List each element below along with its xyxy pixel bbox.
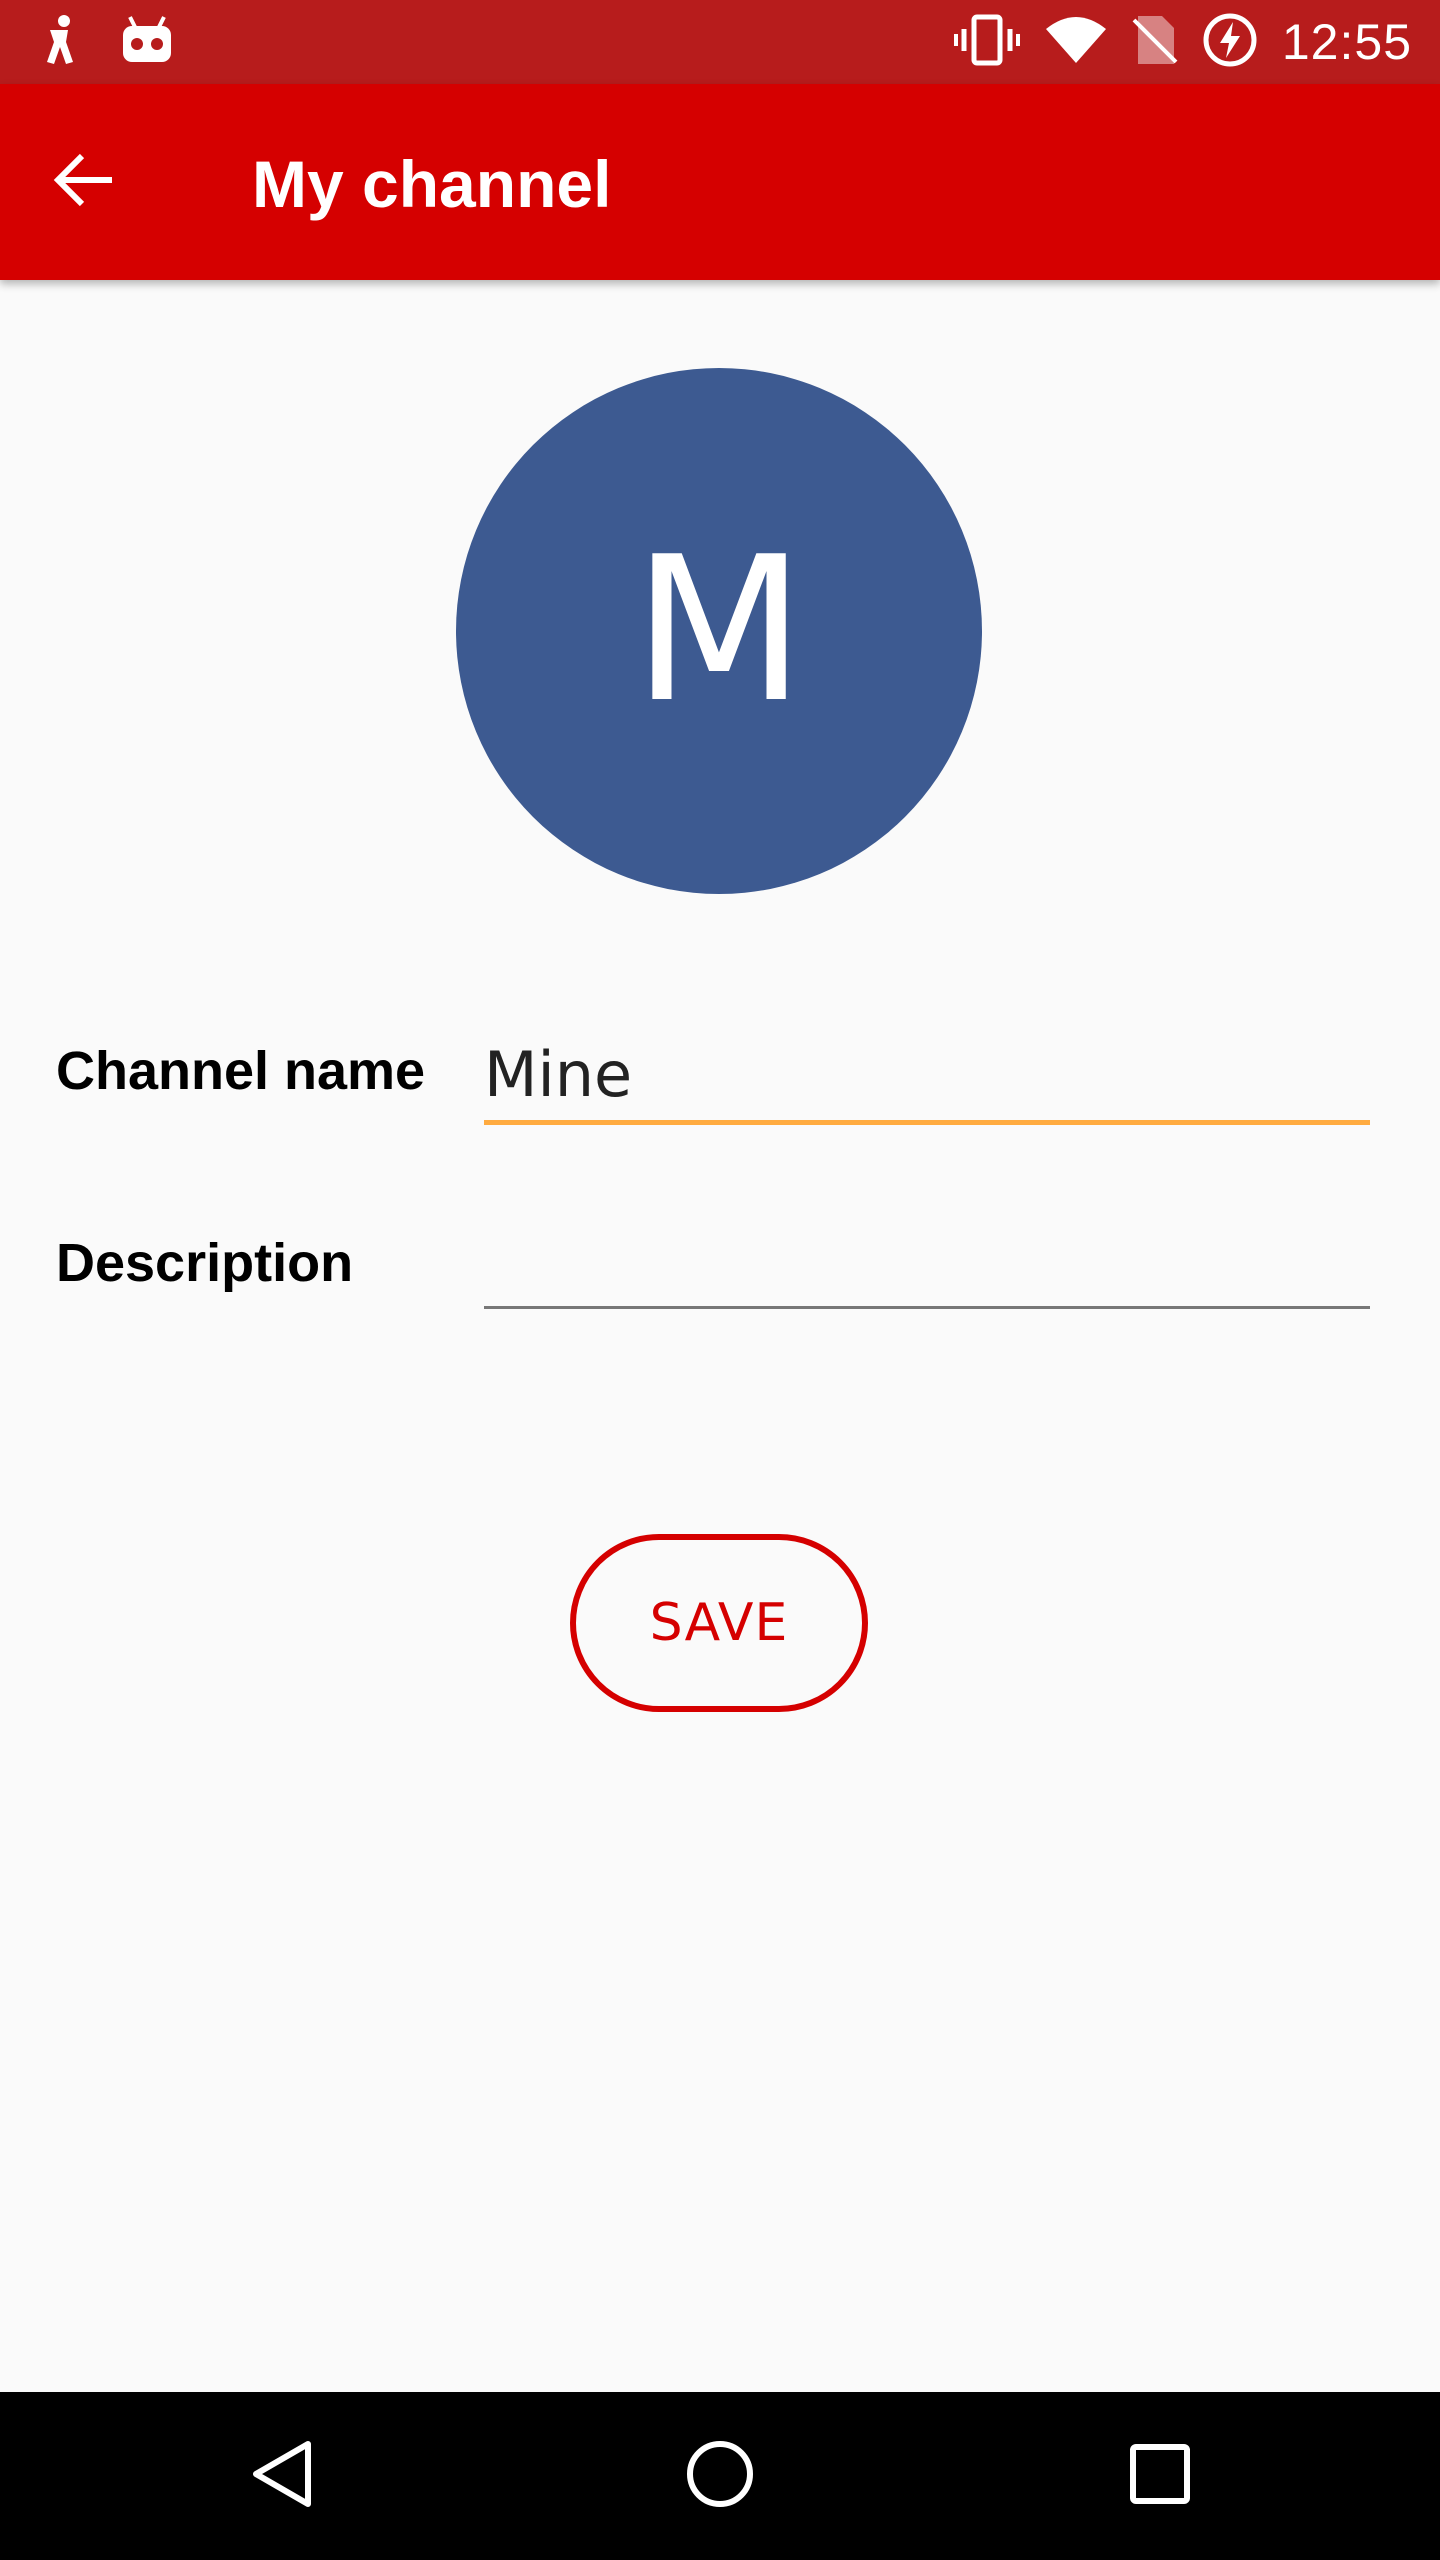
channel-name-input[interactable]	[484, 1032, 1370, 1116]
no-sim-icon	[1132, 14, 1178, 71]
app-bar: My channel	[0, 84, 1440, 280]
person-walk-icon	[40, 14, 80, 71]
robot-icon	[120, 15, 174, 70]
home-circle-icon	[684, 2438, 756, 2515]
back-triangle-icon	[250, 2438, 314, 2515]
arrow-left-icon	[52, 152, 116, 213]
description-input[interactable]	[484, 1218, 1370, 1302]
status-left-icons	[40, 14, 174, 70]
avatar-letter: M	[632, 514, 806, 747]
status-bar: 12:55	[0, 0, 1440, 84]
page-title: My channel	[252, 147, 612, 221]
description-underline	[484, 1306, 1370, 1309]
channel-name-label: Channel name	[56, 1041, 426, 1101]
nav-bar	[0, 2392, 1440, 2560]
save-button[interactable]: SAVE	[570, 1534, 868, 1712]
description-label: Description	[56, 1233, 354, 1293]
channel-name-underline	[484, 1120, 1370, 1125]
status-time: 12:55	[1281, 14, 1412, 70]
vibrate-icon	[953, 13, 1020, 72]
battery-charging-icon	[1202, 12, 1258, 73]
nav-recents-button[interactable]	[1116, 2432, 1204, 2520]
recents-square-icon	[1128, 2442, 1192, 2511]
status-right-icons: 12:55	[953, 12, 1412, 73]
back-button[interactable]	[52, 142, 148, 222]
nav-back-button[interactable]	[238, 2432, 326, 2520]
nav-home-button[interactable]	[676, 2432, 764, 2520]
channel-avatar[interactable]: M	[456, 368, 982, 894]
wifi-icon	[1044, 15, 1108, 70]
